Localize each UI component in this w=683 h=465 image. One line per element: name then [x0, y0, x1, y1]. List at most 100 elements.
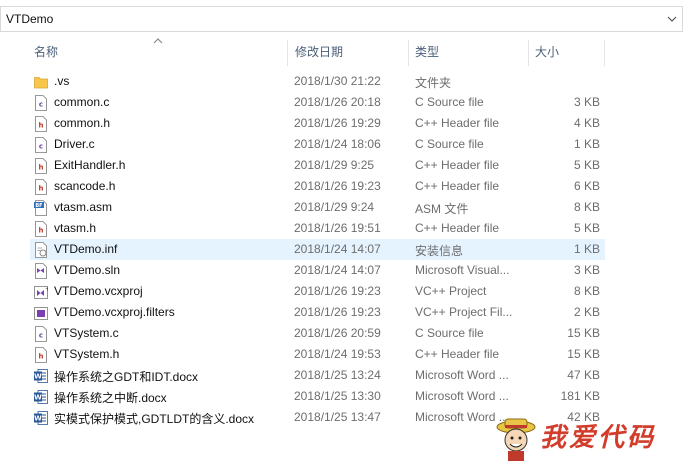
file-type: C++ Header file [415, 347, 500, 361]
file-row[interactable]: BF vtasm.asm 2018/1/29 9:24 ASM 文件 8 KB [30, 197, 605, 218]
file-size: 3 KB [573, 263, 600, 277]
file-size: 2 KB [573, 305, 600, 319]
file-modified: 2018/1/24 18:06 [294, 137, 381, 151]
file-row[interactable]: h common.h 2018/1/26 19:29 C++ Header file 4… [30, 113, 605, 134]
file-name[interactable]: 操作系统之中断.docx [54, 389, 167, 406]
file-type: Microsoft Word ... [415, 368, 509, 382]
file-size: 6 KB [573, 179, 600, 193]
file-type: Microsoft Word ... [415, 389, 509, 403]
file-size: 8 KB [573, 200, 600, 214]
file-name[interactable]: VTDemo.vcxproj [54, 284, 143, 298]
file-name[interactable]: vtasm.h [54, 221, 96, 235]
file-row[interactable]: h scancode.h 2018/1/26 19:23 C++ Header fil… [30, 176, 605, 197]
file-modified: 2018/1/24 14:07 [294, 242, 381, 256]
address-bar[interactable]: VTDemo [0, 6, 683, 32]
file-type: C++ Header file [415, 221, 500, 235]
file-row[interactable]: VTDemo.inf 2018/1/24 14:07 安装信息 1 KB [30, 239, 605, 260]
file-row[interactable]: W 操作系统之GDT和IDT.docx 2018/1/25 13:24 Microso… [30, 365, 605, 386]
file-row[interactable]: h VTSystem.h 2018/1/24 19:53 C++ Header fil… [30, 344, 605, 365]
column-divider[interactable] [604, 40, 605, 66]
header-file-icon: h [34, 221, 48, 237]
file-size: 47 KB [567, 368, 600, 382]
file-size: 15 KB [567, 347, 600, 361]
file-modified: 2018/1/26 19:23 [294, 179, 381, 193]
file-type: ASM 文件 [415, 202, 469, 216]
column-header-modified[interactable]: 修改日期 [289, 36, 343, 68]
file-name[interactable]: VTDemo.vcxproj.filters [54, 305, 175, 319]
word-doc-icon: W [34, 368, 48, 384]
file-size: 5 KB [573, 158, 600, 172]
header-file-icon: h [34, 116, 48, 132]
file-name[interactable]: VTSystem.c [54, 326, 119, 340]
file-name[interactable]: common.c [54, 95, 109, 109]
filters-file-icon [34, 305, 48, 321]
chevron-down-icon[interactable] [662, 7, 682, 31]
file-size: 15 KB [567, 326, 600, 340]
file-name[interactable]: common.h [54, 116, 110, 130]
solution-file-icon [34, 263, 48, 279]
watermark-text: 我爱代码 [540, 423, 657, 453]
file-modified: 2018/1/25 13:47 [294, 410, 381, 424]
file-modified: 2018/1/26 19:23 [294, 305, 381, 319]
file-type: C Source file [415, 95, 484, 109]
file-type: C++ Header file [415, 179, 500, 193]
column-header-size[interactable]: 大小 [529, 36, 559, 68]
svg-text:W: W [34, 394, 42, 402]
file-size: 3 KB [573, 95, 600, 109]
file-row[interactable]: c common.c 2018/1/26 20:18 C Source file 3 K… [30, 92, 605, 113]
file-row[interactable]: c VTSystem.c 2018/1/26 20:59 C Source file 1… [30, 323, 605, 344]
file-name[interactable]: 实模式保护模式,GDTLDT的含义.docx [54, 410, 254, 427]
file-modified: 2018/1/26 19:51 [294, 221, 381, 235]
file-type: VC++ Project Fil... [415, 305, 513, 319]
svg-text:BF: BF [35, 203, 42, 209]
file-row[interactable]: VTDemo.vcxproj.filters 2018/1/26 19:23 VC+… [30, 302, 605, 323]
file-name[interactable]: Driver.c [54, 137, 95, 151]
file-modified: 2018/1/25 13:30 [294, 389, 381, 403]
mascot-icon [496, 418, 536, 461]
file-size: 181 KB [560, 389, 600, 403]
file-name[interactable]: scancode.h [54, 179, 115, 193]
file-name[interactable]: .vs [54, 74, 69, 88]
column-header-type[interactable]: 类型 [409, 36, 439, 68]
file-name[interactable]: VTDemo.inf [54, 242, 117, 256]
file-modified: 2018/1/30 21:22 [294, 74, 381, 88]
column-header: 名称 修改日期 类型 大小 [0, 36, 683, 68]
file-row[interactable]: W 操作系统之中断.docx 2018/1/25 13:30 Microsoft Wo… [30, 386, 605, 407]
watermark: 我爱代码 [496, 413, 676, 463]
file-type: 文件夹 [415, 76, 452, 90]
file-name[interactable]: 操作系统之GDT和IDT.docx [54, 368, 198, 385]
vcxproj-file-icon: + [34, 284, 50, 300]
svg-text:h: h [39, 164, 44, 172]
file-row[interactable]: h vtasm.h 2018/1/26 19:51 C++ Header file 5 … [30, 218, 605, 239]
file-type: C++ Header file [415, 116, 500, 130]
file-row[interactable]: VTDemo.sln 2018/1/24 14:07 Microsoft Visua… [30, 260, 605, 281]
svg-text:W: W [34, 373, 42, 381]
c-source-file-icon: c [34, 326, 48, 342]
file-name[interactable]: VTSystem.h [54, 347, 119, 361]
address-path[interactable]: VTDemo [6, 12, 53, 26]
svg-text:c: c [39, 143, 43, 151]
asm-file-icon: BF [34, 200, 48, 216]
word-doc-icon: W [34, 389, 48, 405]
file-type: C Source file [415, 137, 484, 151]
header-file-icon: h [34, 158, 48, 174]
column-header-name[interactable]: 名称 [28, 36, 58, 68]
file-row[interactable]: c Driver.c 2018/1/24 18:06 C Source file 1 K… [30, 134, 605, 155]
sort-ascending-icon[interactable] [152, 36, 164, 46]
c-source-file-icon: c [34, 95, 48, 111]
file-name[interactable]: VTDemo.sln [54, 263, 120, 277]
file-name[interactable]: vtasm.asm [54, 200, 112, 214]
column-divider[interactable] [287, 40, 288, 66]
file-row[interactable]: h ExitHandler.h 2018/1/29 9:25 C++ Header f… [30, 155, 605, 176]
file-type: C++ Header file [415, 158, 500, 172]
file-size: 1 KB [573, 137, 600, 151]
word-doc-icon: W [34, 410, 48, 426]
file-row[interactable]: .vs 2018/1/30 21:22 文件夹 [30, 71, 605, 92]
file-name[interactable]: ExitHandler.h [54, 158, 125, 172]
file-row[interactable]: + VTDemo.vcxproj 2018/1/26 19:23 VC++ Proje… [30, 281, 605, 302]
svg-text:h: h [39, 227, 44, 235]
file-type: 安装信息 [415, 244, 464, 258]
file-modified: 2018/1/29 9:25 [294, 158, 375, 172]
file-modified: 2018/1/24 19:53 [294, 347, 381, 361]
file-type: C Source file [415, 326, 484, 340]
